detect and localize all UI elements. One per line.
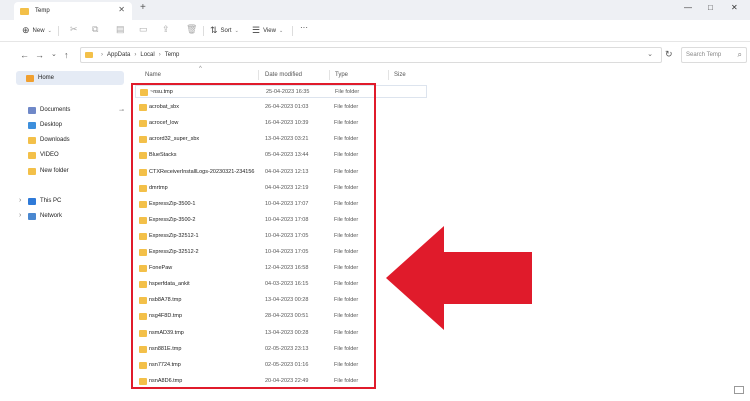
sidebar-item-label: VIDEO [40, 152, 59, 158]
sidebar-item-downloads[interactable]: Downloads [16, 133, 132, 147]
column-divider[interactable] [258, 70, 259, 80]
sort-label: Sort [220, 27, 232, 34]
folder-icon [85, 52, 93, 58]
tab-temp[interactable]: Temp ✕ [14, 2, 132, 20]
up-icon[interactable]: ↑ [64, 50, 69, 60]
chevron-right-icon: › [134, 52, 137, 58]
sidebar-item-label: Network [40, 213, 63, 219]
address-bar[interactable]: › AppData › Local › Temp ⌄ [80, 47, 662, 63]
close-button[interactable]: ✕ [731, 3, 738, 12]
search-icon: ⌕ [737, 50, 742, 59]
breadcrumb-local[interactable]: Local [140, 52, 154, 58]
sort-caret-icon: ^ [199, 66, 202, 72]
chevron-down-icon: ⌄ [234, 27, 239, 34]
sidebar-item-desktop[interactable]: Desktop [16, 118, 132, 132]
sidebar-item-label: Home [38, 75, 55, 81]
divider [203, 26, 204, 36]
search-placeholder: Search Temp [686, 52, 722, 58]
sidebar-item-label: Downloads [40, 137, 70, 143]
sidebar-item-label: Desktop [40, 122, 63, 128]
sort-icon: ⇅ [210, 25, 218, 35]
red-arrow-icon [386, 226, 532, 330]
new-tab-button[interactable]: + [140, 2, 146, 13]
sort-button[interactable]: ⇅ Sort ⌄ [210, 25, 239, 36]
sidebar-item-home[interactable]: Home [16, 71, 124, 85]
documents-icon [28, 106, 36, 114]
sidebar-item-new-folder[interactable]: New folder [16, 164, 132, 178]
highlight-box [131, 83, 376, 389]
folder-icon [28, 151, 36, 159]
cut-icon[interactable]: ✂ [70, 24, 78, 35]
minimize-button[interactable]: — [684, 3, 692, 12]
divider [58, 26, 59, 36]
divider [292, 26, 293, 36]
sidebar: Home Documents ⊸ Desktop Downloads VIDEO… [0, 68, 132, 401]
share-icon[interactable]: ⇪ [162, 24, 170, 35]
delete-icon[interactable]: 🗑 [186, 24, 197, 35]
chevron-down-icon: ⌄ [278, 27, 284, 34]
plus-circle-icon: ⊕ [22, 25, 30, 35]
folder-icon [20, 7, 29, 15]
title-bar: Temp ✕ + — □ ✕ [0, 0, 750, 20]
maximize-button[interactable]: □ [708, 3, 713, 12]
breadcrumb-appdata[interactable]: AppData [107, 52, 130, 58]
paste-icon[interactable]: ▤ [116, 24, 125, 35]
refresh-icon[interactable]: ↻ [665, 49, 673, 60]
sidebar-item-video[interactable]: VIDEO [16, 148, 132, 162]
column-header-size[interactable]: Size [394, 72, 406, 78]
tab-close-icon[interactable]: ✕ [118, 5, 125, 14]
sidebar-item-label: Documents [40, 107, 71, 113]
home-icon [26, 74, 34, 82]
new-button[interactable]: ⊕ New ⌄ [22, 25, 52, 36]
column-header-name[interactable]: Name [145, 72, 161, 78]
folder-icon [28, 167, 36, 175]
command-bar: ⊕ New ⌄ ✂ ⧉ ▤ ▭ ⇪ 🗑 ⇅ Sort ⌄ ☰ View ⌄ ··… [0, 20, 750, 42]
sidebar-item-label: This PC [40, 198, 62, 204]
back-icon[interactable]: ← [20, 50, 29, 60]
sidebar-item-network[interactable]: Network [16, 209, 132, 223]
breadcrumb-temp[interactable]: Temp [165, 52, 180, 58]
column-divider[interactable] [388, 70, 389, 80]
new-label: New [32, 27, 45, 34]
tab-title: Temp [35, 8, 50, 14]
copy-icon[interactable]: ⧉ [92, 24, 98, 35]
folder-icon [28, 136, 36, 144]
forward-icon[interactable]: → [35, 50, 44, 60]
view-label: View [263, 27, 276, 34]
column-divider[interactable] [329, 70, 330, 80]
chevron-down-icon: ⌄ [47, 27, 52, 34]
search-input[interactable]: Search Temp ⌕ [681, 47, 747, 63]
sidebar-item-this-pc[interactable]: This PC [16, 194, 132, 208]
sidebar-item-documents[interactable]: Documents ⊸ [16, 103, 132, 117]
pin-icon[interactable]: ⊸ [119, 107, 124, 114]
desktop-icon [28, 121, 36, 129]
sidebar-item-label: New folder [40, 168, 69, 174]
chevron-down-icon[interactable]: ⌄ [647, 50, 653, 58]
rename-icon[interactable]: ▭ [139, 24, 148, 35]
view-button[interactable]: ☰ View ⌄ [252, 25, 283, 36]
column-header-date[interactable]: Date modified [265, 72, 302, 78]
preview-pane-icon[interactable] [734, 386, 744, 394]
more-options-button[interactable]: ··· [300, 23, 308, 32]
chevron-right-icon: › [158, 52, 161, 58]
network-icon [28, 212, 36, 220]
view-icon: ☰ [252, 25, 261, 35]
computer-icon [28, 197, 36, 205]
recent-chevron-icon[interactable]: ⌄ [51, 50, 57, 58]
chevron-right-icon: › [101, 52, 103, 58]
column-header-type[interactable]: Type [335, 72, 348, 78]
